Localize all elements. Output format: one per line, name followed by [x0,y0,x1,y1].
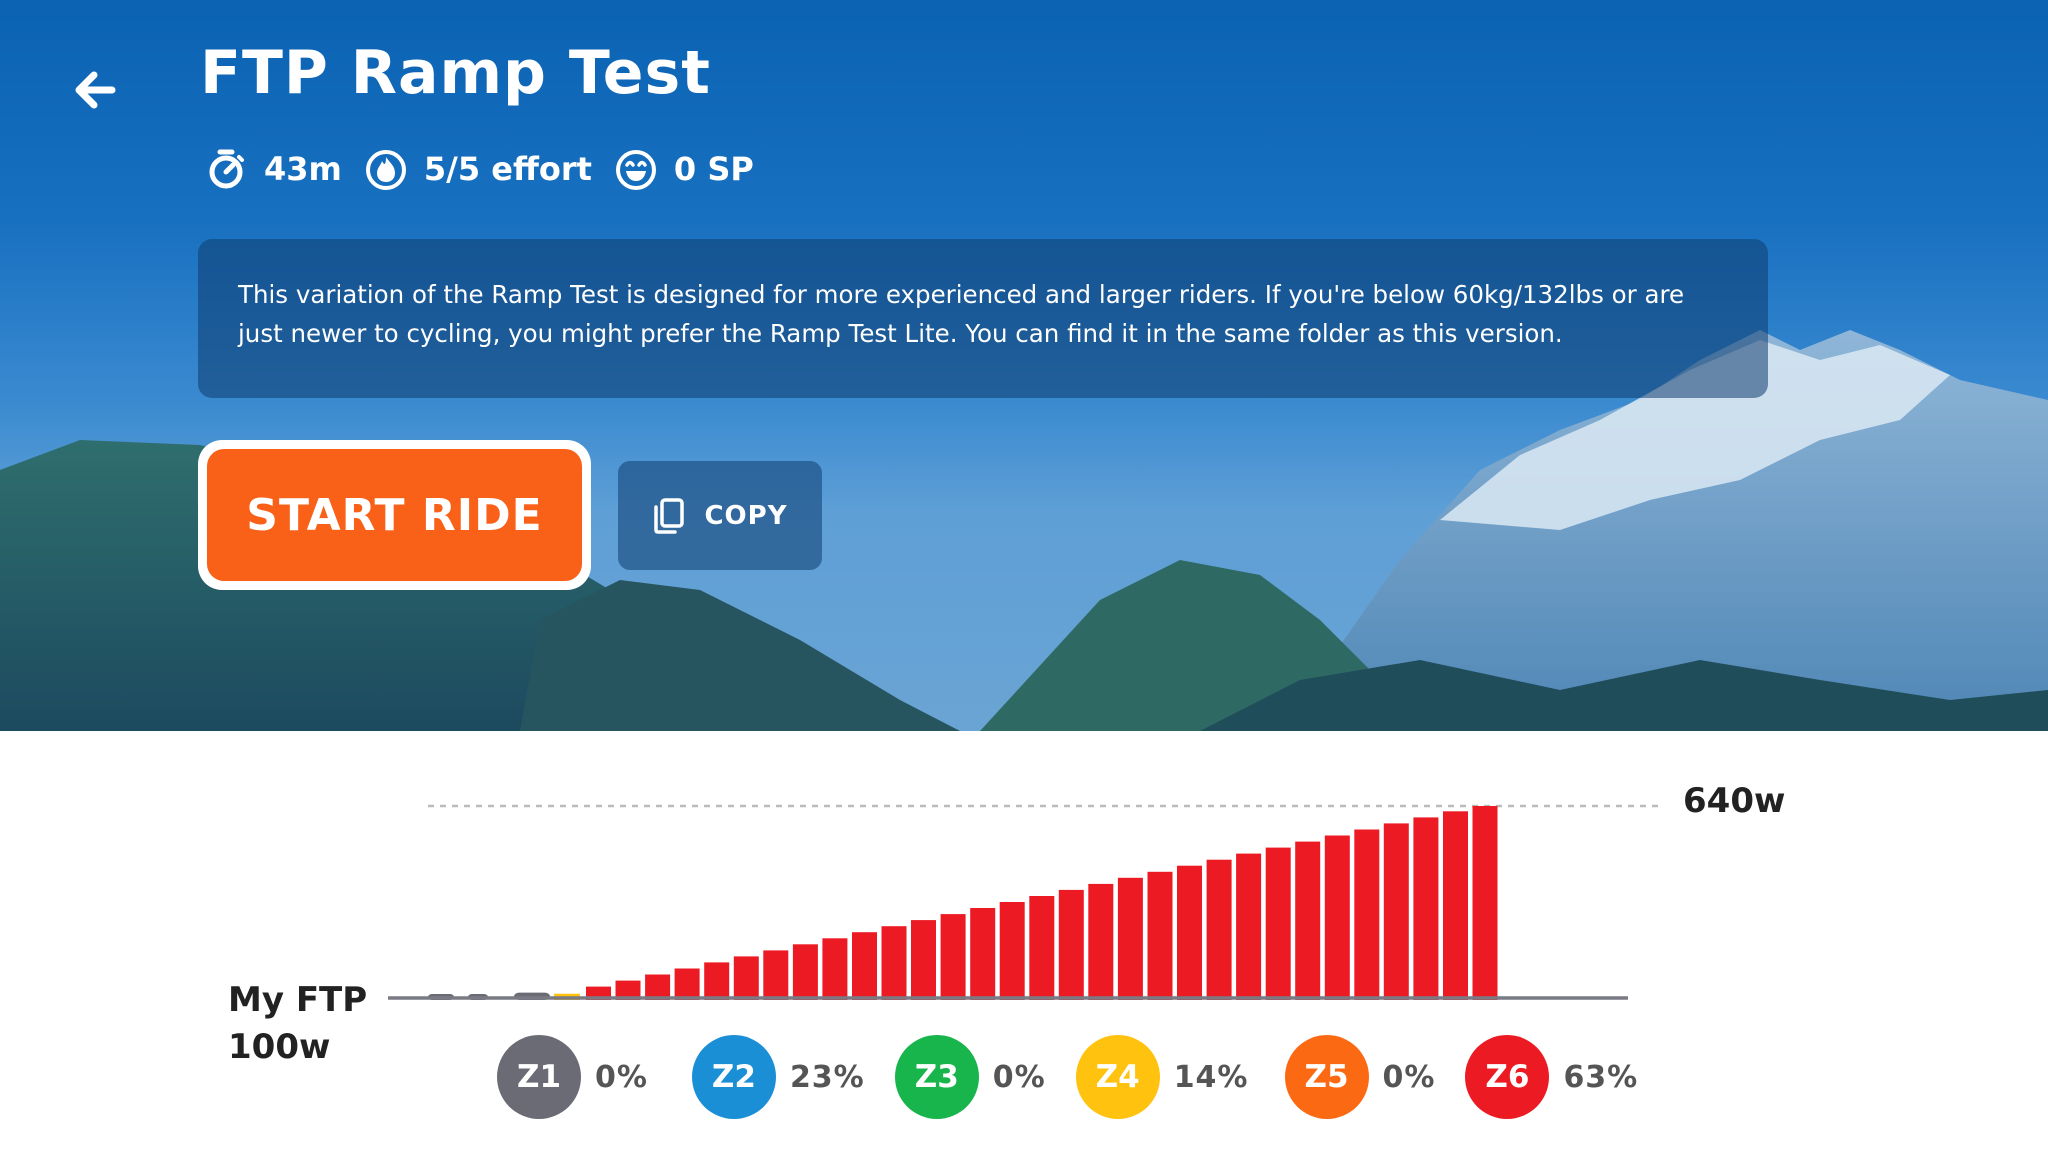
ramp-bar [852,932,877,1000]
ramp-bar [1058,889,1084,1000]
description-box: This variation of the Ramp Test is desig… [198,239,1768,398]
zone-percent: 0% [595,1059,648,1095]
effort-stat: 5/5 effort [364,147,592,191]
ramp-bar [1117,877,1143,1000]
start-ride-label: START RIDE [207,449,582,581]
sp-text: 0 SP [673,150,754,188]
zone-badge: Z2 [691,1035,776,1119]
ramp-bar [1177,865,1202,1000]
ramp-bar [1443,811,1468,1000]
zone-percent: 23% [789,1059,865,1095]
ftp-label: My FTP 100w [228,977,367,1071]
effort-text: 5/5 effort [423,150,592,188]
duration-text: 43m [264,150,342,188]
copy-label: COPY [704,500,788,531]
ftp-label-value: 100w [228,1027,331,1067]
zone-item-z5: Z5 0% [1284,1035,1436,1119]
ramp-bar [645,974,671,1000]
ramp-bar [763,950,789,1000]
description-text: This variation of the Ramp Test is desig… [238,280,1685,348]
workout-bars [428,806,1498,1000]
ramp-bar [881,926,907,1000]
ramp-bar [1413,817,1439,1000]
start-ride-button[interactable]: START RIDE [198,440,591,590]
ramp-bar [1147,871,1173,1000]
ramp-bar [1236,853,1262,1000]
zone-percent: 63% [1563,1059,1639,1095]
ramp-bar [911,920,936,1000]
ramp-bar [999,902,1025,1000]
duration-stat: 43m [204,147,342,191]
zone-item-z2: Z2 23% [691,1035,865,1119]
workout-title: FTP Ramp Test [200,38,711,108]
ftp-label-title: My FTP [228,980,368,1020]
ramp-bar [822,938,848,1000]
ramp-bar [1354,829,1380,1000]
smiley-icon [615,150,656,190]
max-power-label: 640w [1683,781,1786,821]
ramp-bar [1206,859,1232,1000]
zone-item-z3: Z3 0% [894,1035,1046,1119]
flame-icon [365,150,406,190]
zone-badge: Z3 [894,1035,979,1119]
zone-percent: 14% [1173,1059,1249,1095]
workout-chart: 640w My FTP 100w Z1 0% Z2 23% Z3 0% Z4 14% Z5 0% Z… [0,731,2048,1155]
ramp-bar [1472,806,1498,1000]
arrow-left-icon[interactable] [68,62,124,118]
ramp-bar [1324,835,1350,1000]
zone-item-z4: Z4 14% [1075,1035,1249,1119]
zone-badge: Z5 [1284,1035,1369,1119]
copy-icon [654,497,685,534]
ramp-bar [1088,883,1114,1000]
zone-percent: 0% [992,1059,1046,1095]
copy-button[interactable]: COPY [618,461,822,570]
zone-item-z1: Z1 0% [497,1035,648,1119]
zone-item-z6: Z6 63% [1465,1035,1638,1119]
ramp-bar [704,962,730,1000]
stopwatch-icon [209,149,244,189]
ramp-bar [1383,823,1409,1000]
ramp-bar [733,956,759,1000]
sp-stat: 0 SP [614,147,754,191]
workout-hero: FTP Ramp Test 43m 5/5 effort 0 SP This v… [0,0,2048,731]
ramp-bar [970,908,996,1000]
ramp-bar [1029,896,1055,1000]
zone-badge: Z6 [1465,1035,1550,1119]
ramp-bar [1295,841,1321,1000]
ramp-bar [792,944,818,1000]
zone-percent: 0% [1382,1059,1436,1095]
workout-meta: 43m 5/5 effort 0 SP [204,144,776,194]
zone-legend: Z1 0% Z2 23% Z3 0% Z4 14% Z5 0% Z6 63% [497,1035,1638,1119]
ramp-bar [674,968,700,1000]
zone-badge: Z1 [497,1035,581,1119]
zone-badge: Z4 [1075,1035,1160,1119]
ramp-bar [940,914,966,1000]
ramp-bar [1265,847,1291,1000]
